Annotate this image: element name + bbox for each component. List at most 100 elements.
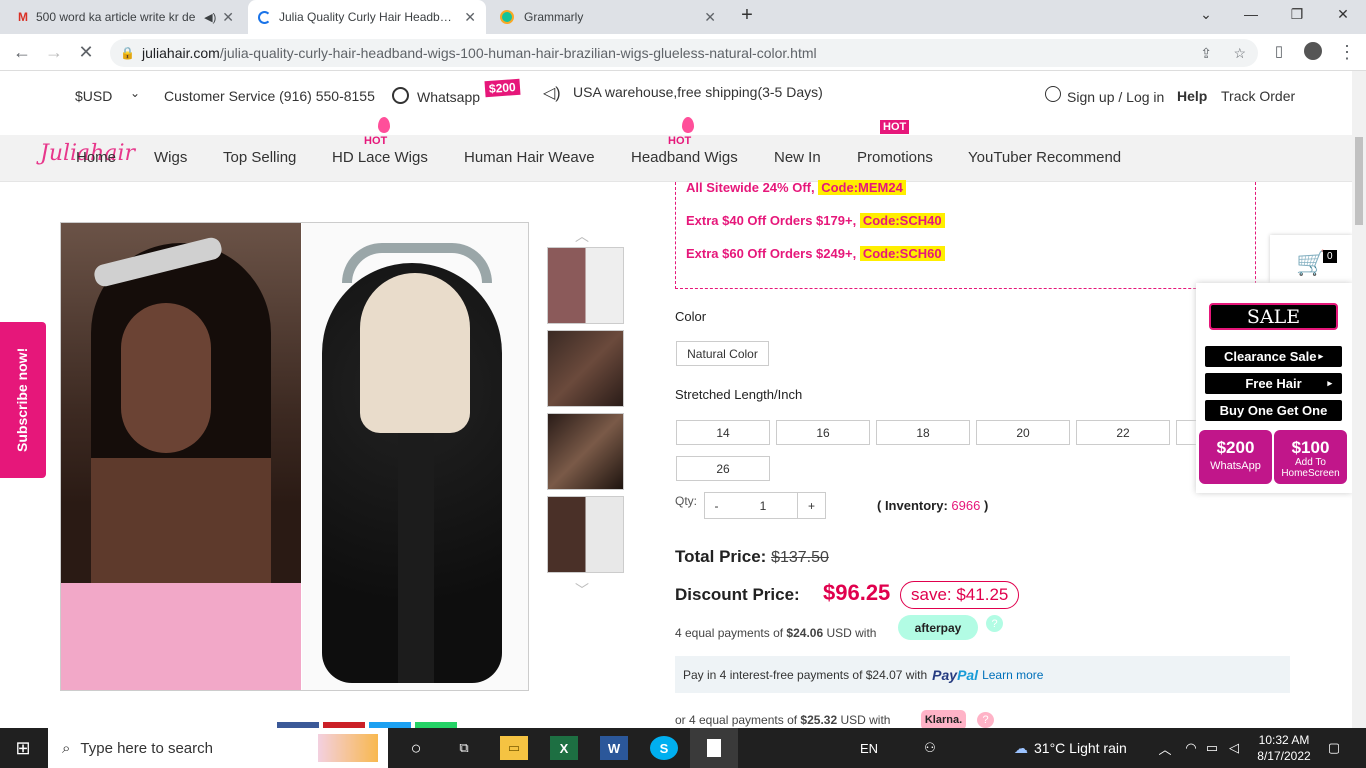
tab-julia-hair[interactable]: Julia Quality Curly Hair Headband ✕ — [248, 0, 486, 34]
homescreen-coupon-button[interactable]: $100 Add To HomeScreen — [1274, 430, 1347, 484]
nav-hd-lace-wigs[interactable]: HD Lace Wigs — [332, 149, 428, 166]
promo-code[interactable]: Code:SCH40 — [859, 213, 945, 228]
subscribe-tab[interactable]: Subscribe now! — [0, 322, 46, 478]
tab-gmail[interactable]: M 500 word ka article write kr de ◀) ✕ — [8, 0, 244, 34]
people-icon[interactable]: ⚇ — [918, 736, 942, 760]
signup-link[interactable]: Sign up / Log in — [1067, 89, 1164, 105]
length-option-partial[interactable] — [1176, 420, 1196, 445]
nav-headband-wigs[interactable]: Headband Wigs — [631, 149, 738, 166]
help-icon[interactable]: ? — [986, 615, 1003, 632]
length-option[interactable]: 20 — [976, 420, 1070, 445]
close-tab-icon[interactable]: ✕ — [222, 9, 234, 26]
thumb-down-icon[interactable]: ﹀ — [575, 580, 589, 600]
promo-box — [675, 182, 1256, 289]
promo-code[interactable]: Code:SCH60 — [859, 246, 945, 261]
thumbnail[interactable] — [547, 496, 624, 573]
cart-widget[interactable]: 🛒 0 — [1270, 235, 1352, 283]
forward-icon[interactable]: → — [43, 42, 65, 63]
profile-avatar[interactable] — [1302, 42, 1324, 65]
thumbnail[interactable] — [547, 247, 624, 324]
thumbnail[interactable] — [547, 413, 624, 490]
page-scrollbar[interactable] — [1352, 71, 1366, 728]
task-view-icon[interactable]: ⧉ — [450, 736, 478, 760]
loading-spinner-icon — [258, 10, 271, 24]
minimize-icon[interactable]: — — [1236, 6, 1266, 22]
word-icon[interactable]: W — [600, 736, 628, 760]
close-tab-icon[interactable]: ✕ — [704, 9, 716, 26]
clearance-sale-button[interactable]: Clearance Sale ▸ — [1205, 346, 1342, 367]
grammarly-icon — [500, 10, 514, 24]
product-main-image[interactable] — [60, 222, 529, 691]
thumbnail[interactable] — [547, 330, 624, 407]
weather-widget[interactable]: ☁ 31°C Light rain — [1014, 736, 1134, 760]
currency-select[interactable]: $USD — [75, 88, 112, 104]
share-icon[interactable]: ⇪ — [1200, 45, 1212, 62]
tab-grammarly[interactable]: Grammarly ✕ — [490, 0, 726, 34]
free-hair-button[interactable]: Free Hair ▸ — [1205, 373, 1342, 394]
length-option[interactable]: 14 — [676, 420, 770, 445]
network-icon[interactable]: ◠ — [1182, 736, 1200, 760]
help-link[interactable]: Help — [1177, 88, 1207, 104]
stop-icon[interactable]: ✕ — [75, 42, 97, 63]
whatsapp-coupon-button[interactable]: $200 WhatsApp — [1199, 430, 1272, 484]
bogo-button[interactable]: Buy One Get One — [1205, 400, 1342, 421]
file-explorer-icon[interactable]: ▭ — [500, 736, 528, 760]
url-field[interactable]: 🔒 juliahair.com/julia-quality-curly-hair… — [110, 39, 1258, 67]
color-option[interactable]: Natural Color — [676, 341, 769, 366]
nav-youtuber-recommend[interactable]: YouTuber Recommend — [968, 149, 1121, 166]
language-indicator[interactable]: EN — [855, 736, 883, 760]
scrollbar-thumb[interactable] — [1355, 137, 1363, 225]
qty-plus-button[interactable]: + — [797, 492, 826, 519]
whatsapp-link[interactable]: Whatsapp — [417, 89, 480, 105]
sale-banner[interactable]: SALE — [1209, 303, 1338, 330]
menu-icon[interactable]: ⋮ — [1336, 42, 1358, 63]
bookmark-star-icon[interactable]: ☆ — [1233, 45, 1246, 62]
afterpay-logo[interactable]: afterpay — [898, 615, 978, 640]
promo-code[interactable]: Code:MEM24 — [818, 180, 906, 195]
notification-icon[interactable]: ▢ — [1322, 736, 1346, 760]
thumb-up-icon[interactable]: ︿ — [575, 226, 589, 246]
close-window-icon[interactable]: ✕ — [1328, 6, 1358, 23]
sidebar-toggle-icon[interactable]: ▯ — [1268, 42, 1290, 60]
tab-search-icon[interactable]: ⌄ — [1191, 6, 1221, 23]
promo-line: Extra $40 Off Orders $179+, Code:SCH40 — [686, 213, 945, 228]
search-icon: ⌕ — [62, 739, 71, 757]
tray-chevron-icon[interactable]: ︿ — [1155, 736, 1175, 760]
original-price: $137.50 — [771, 549, 829, 566]
windows-start-icon[interactable]: ⊞ — [8, 736, 38, 760]
length-option[interactable]: 22 — [1076, 420, 1170, 445]
paypal-logo: PayPal — [932, 666, 979, 683]
chevron-down-icon[interactable]: ⌄ — [130, 86, 140, 100]
cortana-icon[interactable]: ○ — [402, 736, 430, 760]
flame-icon — [378, 117, 390, 133]
site-top-strip: $USD ⌄ Customer Service (916) 550-8155 W… — [0, 71, 1352, 135]
length-option[interactable]: 26 — [676, 456, 770, 481]
battery-icon[interactable]: ▭ — [1203, 736, 1221, 760]
nav-top-selling[interactable]: Top Selling — [223, 149, 296, 166]
new-tab-button[interactable]: + — [732, 4, 762, 27]
track-order-link[interactable]: Track Order — [1221, 88, 1295, 104]
nav-human-hair-weave[interactable]: Human Hair Weave — [464, 149, 595, 166]
maximize-icon[interactable]: ❐ — [1282, 6, 1312, 23]
length-option[interactable]: 16 — [776, 420, 870, 445]
nav-home[interactable]: Home — [76, 149, 116, 166]
help-icon[interactable]: ? — [977, 712, 994, 728]
back-icon[interactable]: ← — [11, 42, 33, 63]
total-price: Total Price: $137.50 — [675, 547, 829, 566]
close-tab-icon[interactable]: ✕ — [464, 9, 476, 26]
excel-icon[interactable]: X — [550, 736, 578, 760]
volume-icon[interactable]: ◁ — [1225, 736, 1243, 760]
nav-wigs[interactable]: Wigs — [154, 149, 187, 166]
qty-input[interactable]: 1 — [728, 492, 798, 519]
clock[interactable]: 10:32 AM 8/17/2022 — [1254, 732, 1314, 764]
klarna-logo[interactable]: Klarna. — [921, 710, 966, 730]
taskbar-search[interactable]: ⌕ Type here to search — [48, 728, 388, 768]
active-app-icon[interactable] — [690, 728, 738, 768]
qty-minus-button[interactable]: - — [704, 492, 729, 519]
nav-promotions[interactable]: Promotions — [857, 149, 933, 166]
length-option[interactable]: 18 — [876, 420, 970, 445]
nav-new-in[interactable]: New In — [774, 149, 821, 166]
skype-icon[interactable]: S — [650, 736, 678, 760]
klarna-info: or 4 equal payments of $25.32 USD with — [675, 713, 891, 727]
paypal-learn-more-link[interactable]: Learn more — [982, 668, 1043, 682]
